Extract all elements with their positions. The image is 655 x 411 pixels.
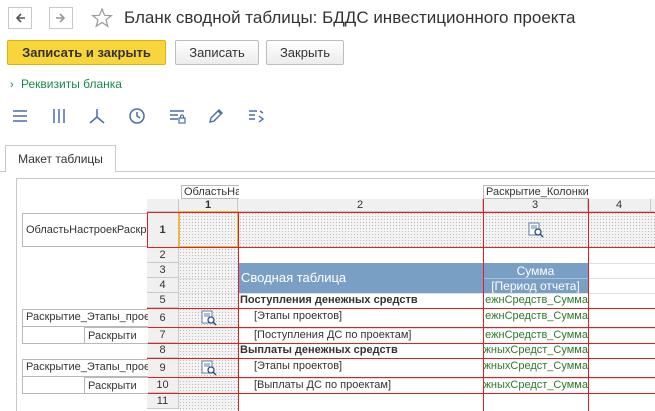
area-border-line — [147, 308, 655, 309]
group-bracket — [22, 343, 84, 344]
row-6-label: [Этапы проектов] — [254, 310, 343, 322]
row-header[interactable]: 2 — [147, 248, 179, 263]
column-header[interactable]: 3 — [483, 199, 588, 212]
area-border-line — [147, 247, 655, 248]
row-7-value: ежнСредств_Сумма — [485, 329, 588, 341]
magnifier-icon[interactable] — [201, 310, 217, 326]
axes-icon[interactable] — [86, 105, 108, 127]
column-area-label-2: Раскрытие_Колонки — [483, 185, 589, 199]
area-border-line — [238, 212, 239, 411]
group-bracket — [22, 359, 23, 394]
page-title: Бланк сводной таблицы: БДДС инвестиционн… — [124, 8, 576, 27]
row-8-value: жныхСредст_Сумма — [483, 344, 588, 356]
period-label: [Период отчета] — [491, 279, 580, 293]
row-10-label: [Выплаты ДС по проектам] — [254, 379, 392, 391]
row-header[interactable]: 8 — [147, 343, 179, 358]
row-header[interactable]: 1 — [147, 212, 179, 248]
clock-icon[interactable] — [126, 105, 148, 127]
row-group-outer-1: Раскрытие_Этапы_прое — [22, 309, 148, 327]
spreadsheet-panel[interactable]: ОбластьНа Раскрытие_Колонки 1 2 3 4 1 Об… — [16, 178, 655, 411]
back-button[interactable] — [8, 7, 32, 29]
row-header[interactable]: 11 — [147, 393, 179, 409]
area-border-line — [147, 343, 655, 344]
row-header[interactable]: 7 — [147, 328, 179, 343]
row-header[interactable]: 6 — [147, 308, 179, 328]
area-border-line — [483, 199, 484, 411]
area-border-line — [147, 327, 655, 328]
columns-icon[interactable] — [48, 105, 70, 127]
row-header[interactable]: 5 — [147, 293, 179, 308]
sum-label: Сумма — [516, 264, 555, 278]
area-border-line — [147, 393, 655, 394]
area-border-line — [588, 199, 589, 411]
favorite-star-icon[interactable] — [91, 7, 113, 29]
pencil-icon[interactable] — [205, 105, 227, 127]
row-group-inner-2: Раскрыти — [84, 377, 148, 394]
magnifier-icon[interactable] — [528, 222, 544, 238]
magnifier-icon[interactable] — [201, 360, 217, 376]
row-7-label: [Поступления ДС по проектам] — [254, 329, 412, 341]
row-header[interactable]: 10 — [147, 378, 179, 393]
row-8-label: Выплаты денежных средств — [240, 344, 398, 356]
grid-corner — [147, 199, 179, 212]
row-area-label: ОбластьНастроекРаскр — [22, 213, 148, 247]
row-5-value: ежнСредств_Сумма — [485, 294, 588, 306]
area-border-line — [147, 212, 655, 213]
column-header[interactable]: 4 — [588, 199, 651, 212]
chevron-right-icon: › — [10, 79, 14, 91]
row-10-value: жныхСредст_Сумма — [483, 379, 588, 391]
row-group-outer-2: Раскрытие_Этапы_прое — [22, 359, 148, 377]
column-header[interactable]: 2 — [238, 199, 483, 212]
column-area-label-1: ОбластьНа — [181, 185, 239, 199]
forward-button[interactable] — [49, 7, 73, 29]
list-settings-icon[interactable] — [245, 105, 267, 127]
form-requisites-link[interactable]: › Реквизиты бланка — [10, 77, 122, 91]
row-header[interactable]: 3 — [147, 263, 179, 278]
rows-icon[interactable] — [9, 105, 31, 127]
column-header[interactable] — [651, 199, 655, 212]
period-divider — [483, 278, 588, 279]
form-requisites-label: Реквизиты бланка — [21, 77, 122, 91]
row-9-label: [Этапы проектов] — [254, 360, 343, 372]
group-bracket — [22, 393, 84, 394]
save-button[interactable]: Записать — [175, 40, 259, 65]
list-lock-icon[interactable] — [166, 105, 188, 127]
area-border-line — [147, 358, 655, 359]
table-header-title: Сводная таблица — [241, 270, 347, 285]
area-border-line — [147, 377, 655, 378]
row-group-inner-1: Раскрыти — [84, 327, 148, 344]
close-button[interactable]: Закрыть — [266, 40, 344, 65]
tab-table-layout[interactable]: Макет таблицы — [5, 145, 116, 172]
save-and-close-button[interactable]: Записать и закрыть — [7, 40, 166, 65]
row-header[interactable]: 4 — [147, 278, 179, 293]
group-bracket — [22, 309, 23, 344]
row-6-value: ежнСредств_Сумма — [485, 310, 588, 322]
column-1-area — [179, 248, 238, 411]
arrow-right-icon — [56, 13, 66, 23]
area-border-line — [147, 212, 148, 248]
row-9-value: жныхСредст_Сумма — [483, 360, 588, 372]
row-header[interactable]: 9 — [147, 358, 179, 378]
selected-cell[interactable] — [178, 211, 239, 248]
row-1-area — [179, 212, 655, 248]
row-5-label: Поступления денежных средств — [240, 294, 418, 306]
arrow-left-icon — [15, 13, 25, 23]
